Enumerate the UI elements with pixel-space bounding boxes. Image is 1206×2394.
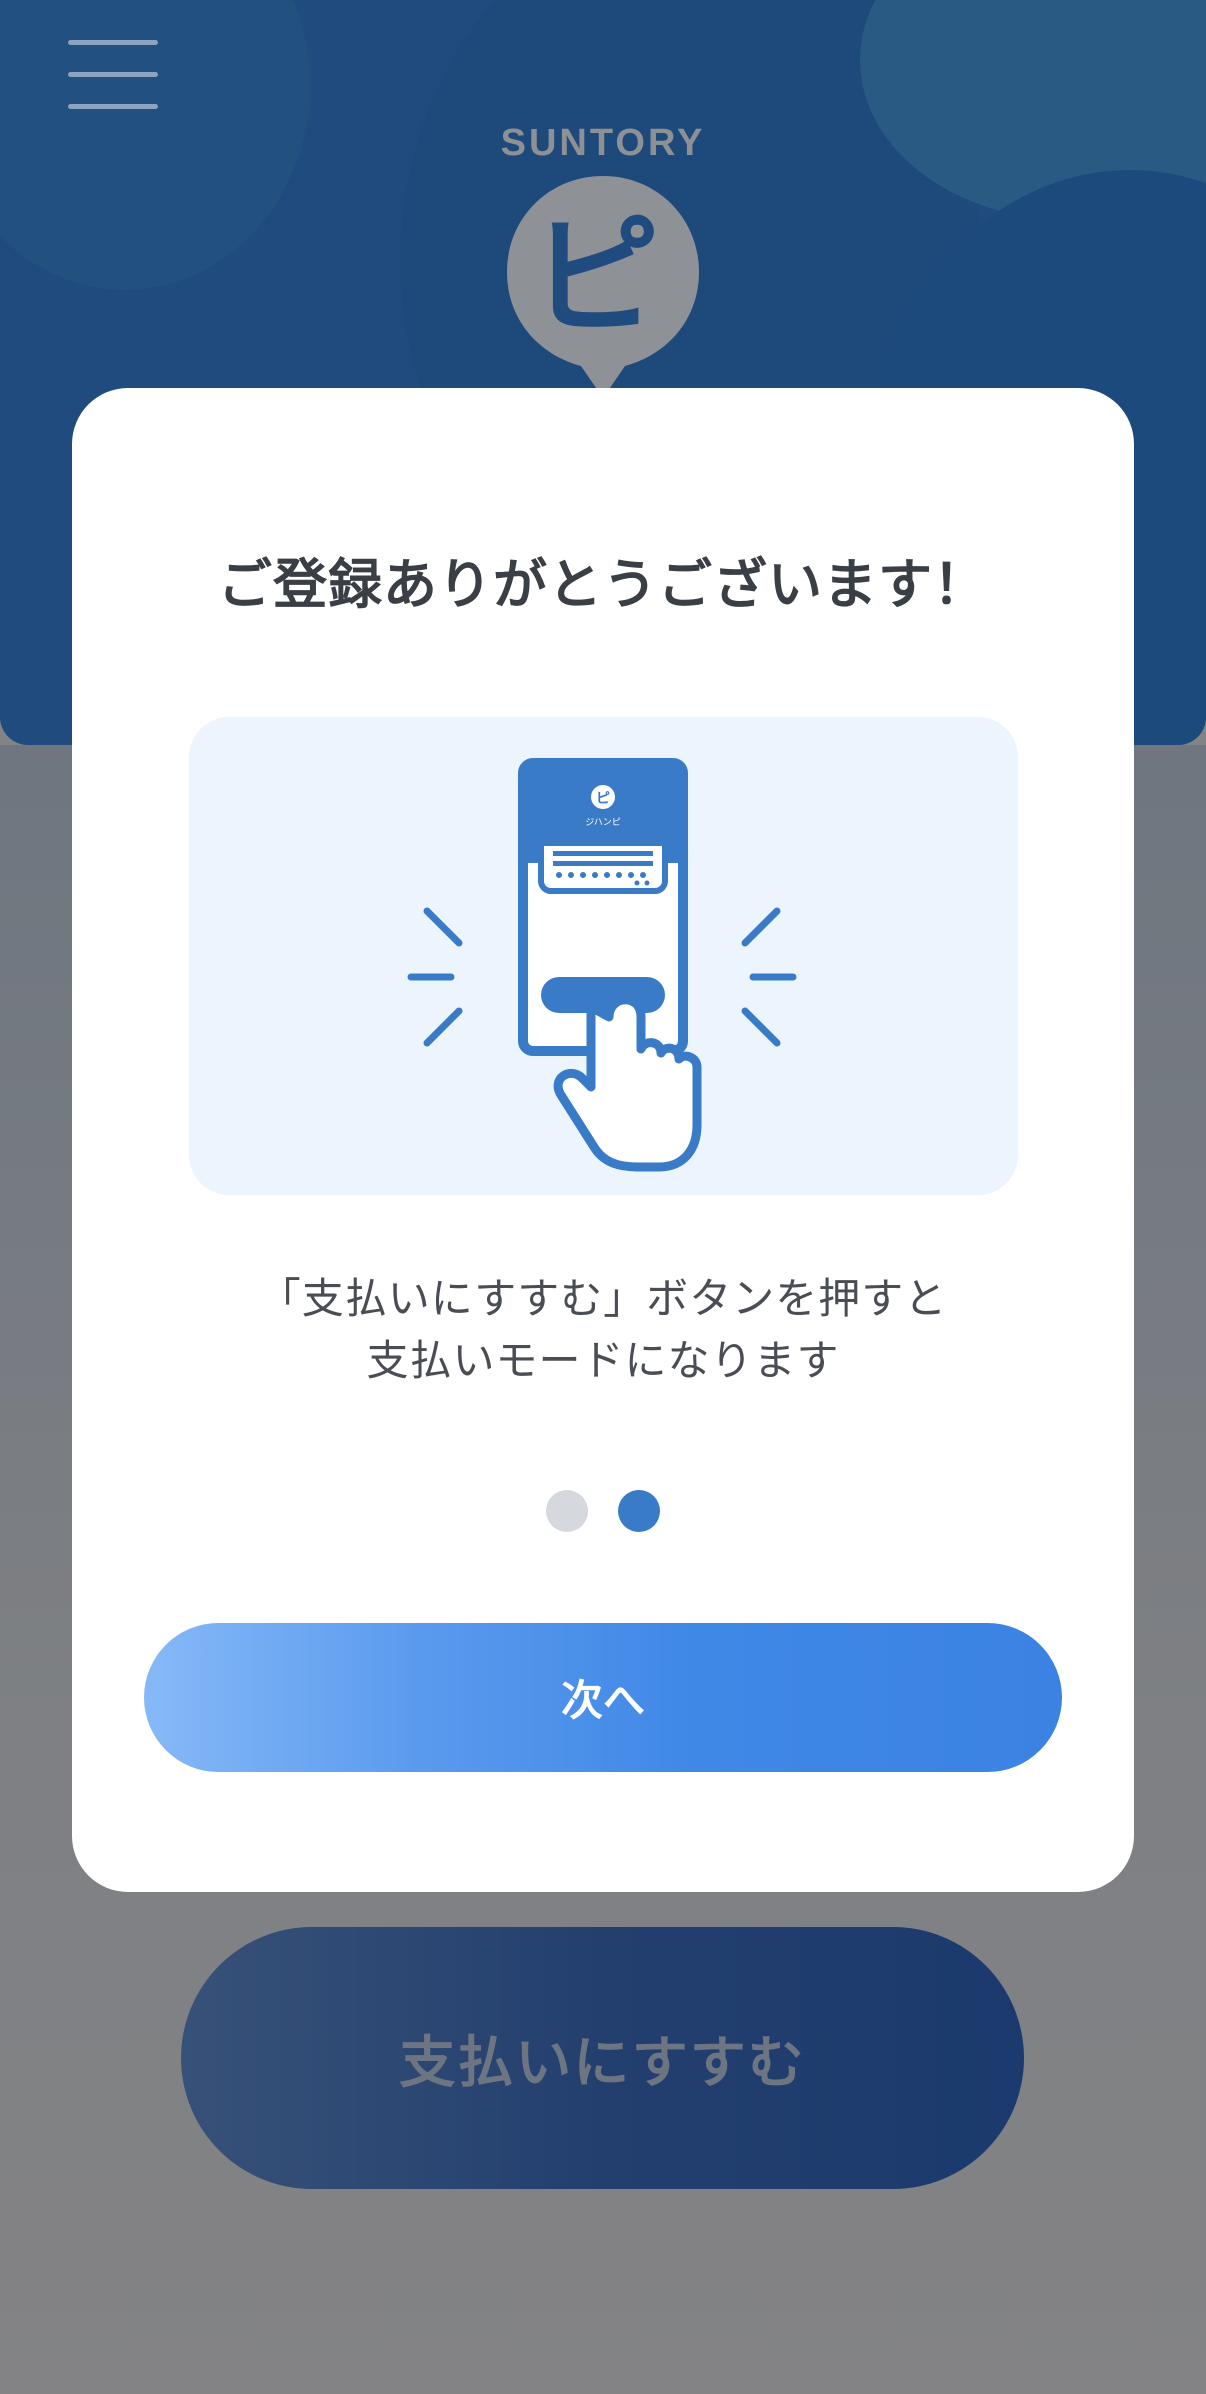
svg-text:ジハンピ: ジハンピ	[585, 817, 620, 828]
description-line-2: 支払いモードになります	[366, 1336, 840, 1385]
svg-text:ピ: ピ	[530, 201, 660, 353]
pagination-dots	[72, 1490, 1134, 1534]
tutorial-description: 「支払いにすすむ」ボタンを押すと 支払いモードになります	[72, 1268, 1134, 1392]
brand-name: SUNTORY	[500, 122, 706, 164]
modal-title: ご登録ありがとうございます！	[218, 553, 988, 616]
next-button[interactable]: 次へ	[144, 1623, 1062, 1772]
tutorial-illustration: ピ ジハンピ	[189, 717, 1018, 1195]
onboarding-modal: ご登録ありがとうございます！ ピ ジハンピ 「支払いにすすむ」ボタンを押すと 支…	[72, 388, 1134, 1892]
hamburger-icon[interactable]	[68, 40, 158, 110]
description-line-1: 「支払いにすすむ」ボタンを押すと	[258, 1274, 948, 1323]
phone-tap-icon: ピ ジハンピ	[407, 758, 797, 1172]
svg-text:ピ: ピ	[596, 791, 610, 807]
page-dot-2[interactable]	[618, 1490, 660, 1532]
page-dot-1[interactable]	[546, 1490, 588, 1532]
brand-logo: ピ	[503, 172, 703, 402]
pay-button[interactable]: 支払いにすすむ	[181, 1927, 1024, 2189]
